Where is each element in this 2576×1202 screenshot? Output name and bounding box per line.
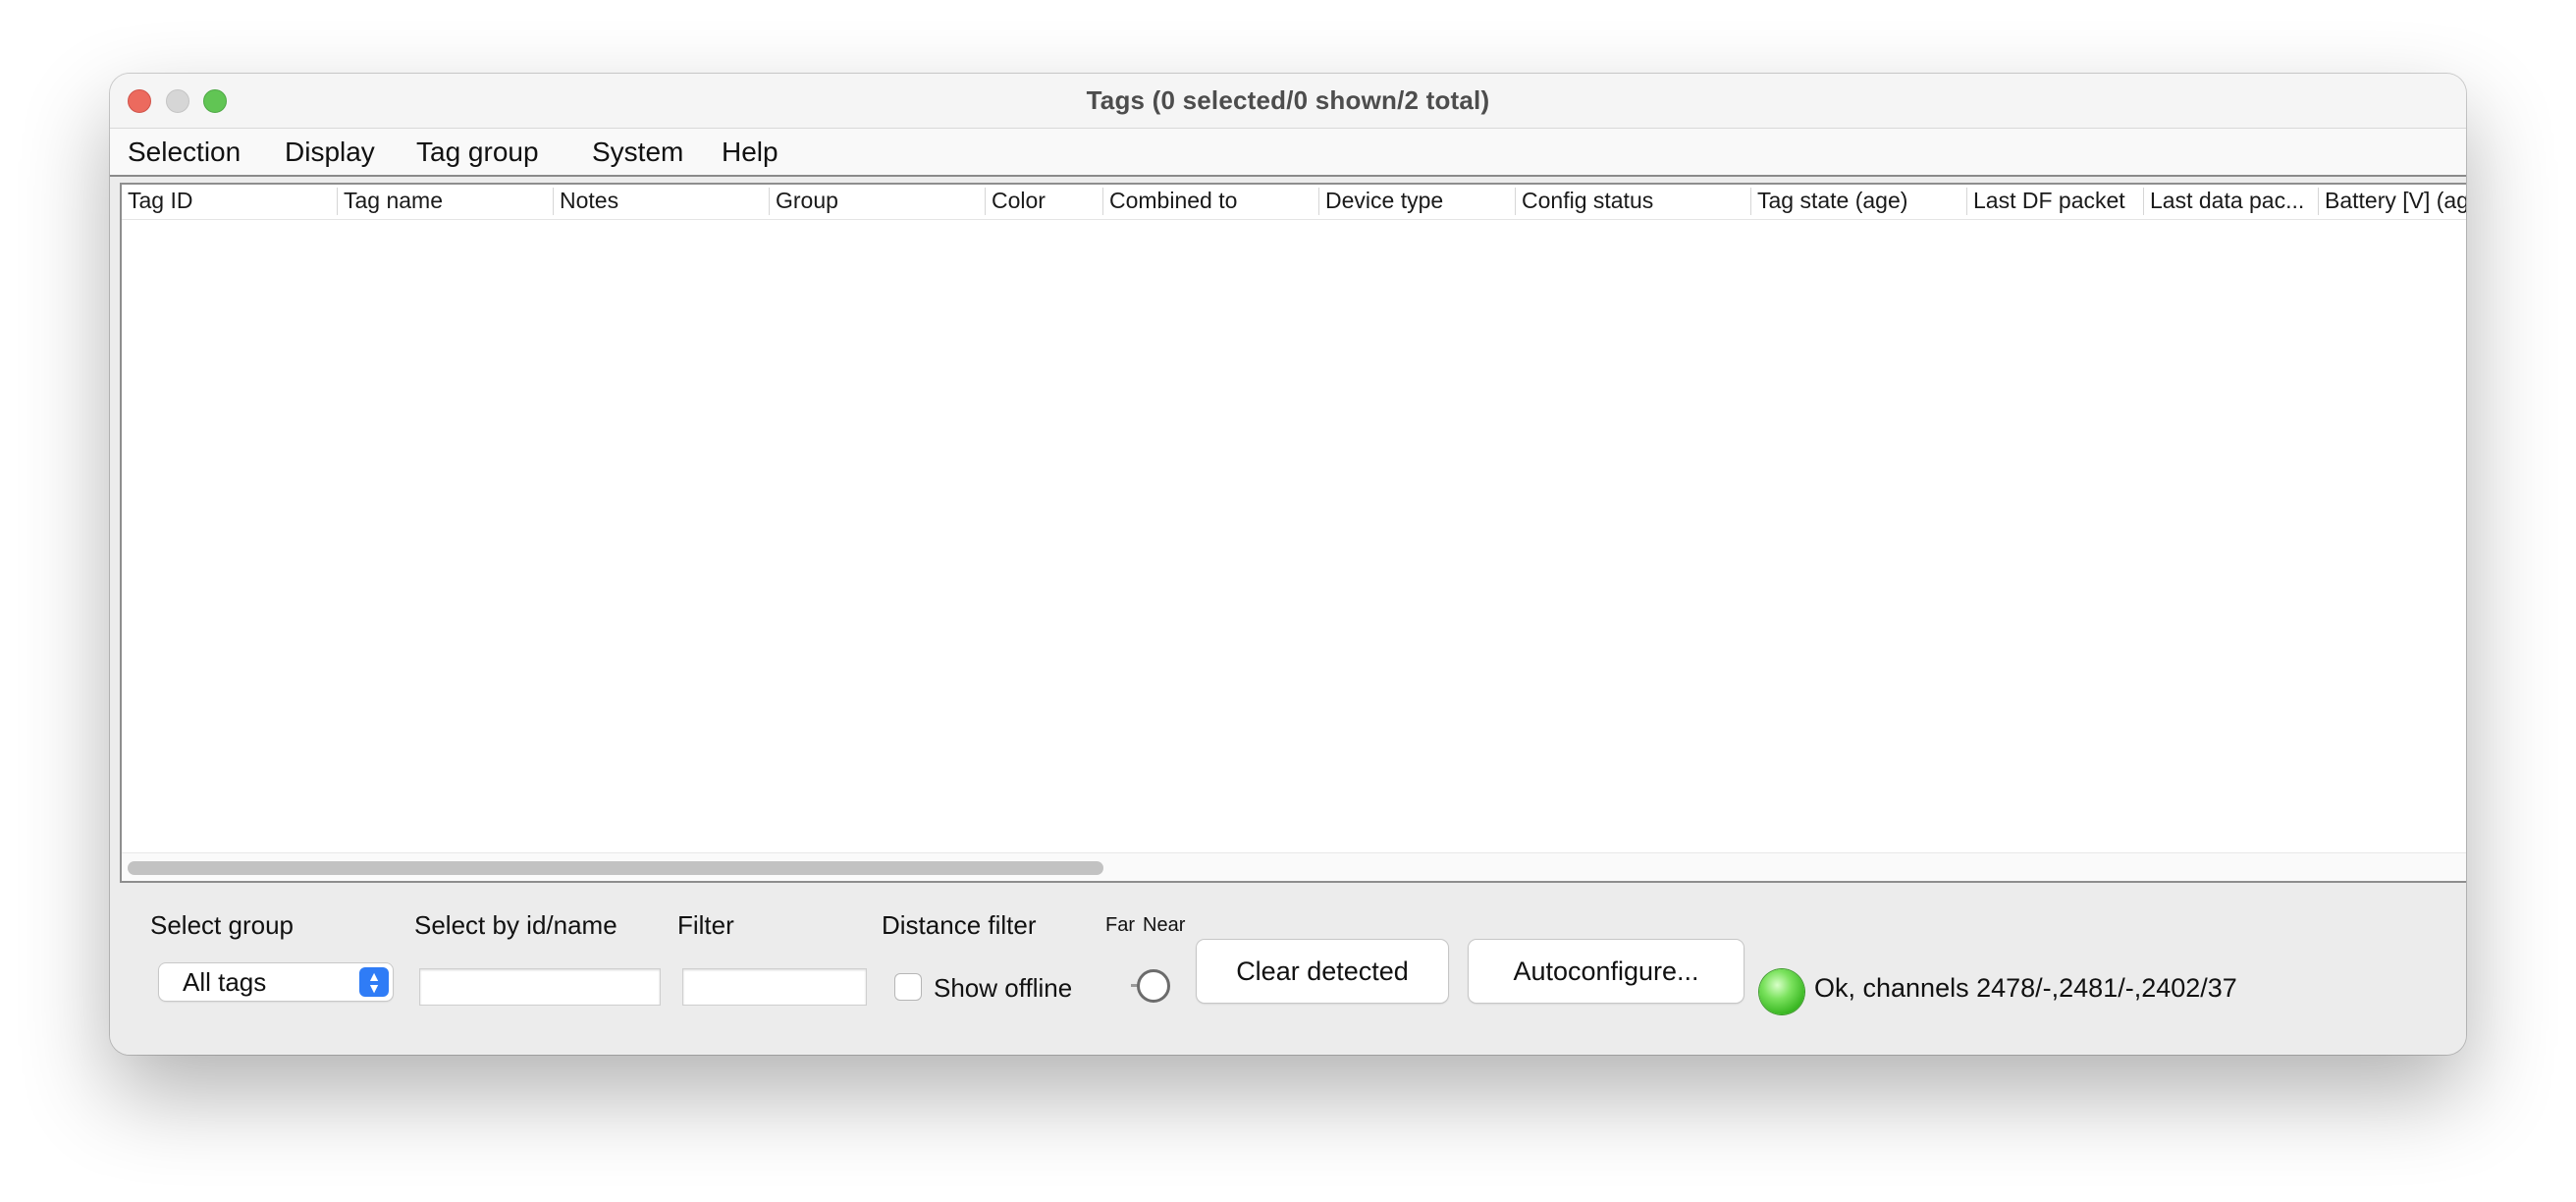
select-group-value: All tags [183, 967, 267, 997]
status-text: Ok, channels 2478/-,2481/-,2402/37 [1814, 973, 2237, 1003]
tags-table[interactable]: Tag ID Tag name Notes Group Color Combin… [120, 183, 2466, 883]
column-header-group[interactable]: Group [770, 188, 986, 215]
select-group-dropdown[interactable]: All tags ▲ ▼ [159, 963, 393, 1001]
bottom-controls-panel: Select group All tags ▲ ▼ Select by id/na… [110, 883, 2466, 1055]
select-by-id-name-input[interactable] [420, 969, 660, 1005]
select-by-id-name-label: Select by id/name [414, 910, 617, 940]
menu-selection[interactable]: Selection [128, 137, 241, 168]
column-header-notes[interactable]: Notes [554, 188, 770, 215]
horizontal-scrollbar[interactable] [122, 852, 2466, 881]
column-header-tag-id[interactable]: Tag ID [122, 188, 338, 215]
menu-bar: Selection Display Tag group System Help [110, 129, 2466, 177]
title-bar[interactable]: Tags (0 selected/0 shown/2 total) [110, 74, 2466, 129]
column-header-config-status[interactable]: Config status [1516, 188, 1751, 215]
filter-label: Filter [677, 910, 734, 940]
column-header-tag-name[interactable]: Tag name [338, 188, 554, 215]
column-header-last-df-packet[interactable]: Last DF packet [1967, 188, 2144, 215]
table-header-row: Tag ID Tag name Notes Group Color Combin… [122, 185, 2466, 220]
menu-tag-group[interactable]: Tag group [416, 137, 539, 168]
scrollbar-thumb[interactable] [128, 861, 1103, 875]
status-indicator-icon [1759, 969, 1804, 1014]
column-header-last-data-packet[interactable]: Last data pac... [2144, 188, 2319, 215]
menu-display[interactable]: Display [285, 137, 375, 168]
menu-system[interactable]: System [592, 137, 683, 168]
show-offline-label[interactable]: Show offline [934, 973, 1072, 1004]
slider-far-label: Far [1105, 914, 1135, 936]
column-header-combined-to[interactable]: Combined to [1103, 188, 1319, 215]
column-header-device-type[interactable]: Device type [1319, 188, 1516, 215]
column-header-tag-state[interactable]: Tag state (age) [1751, 188, 1967, 215]
slider-near-label: Near [1143, 914, 1186, 936]
tags-window: Tags (0 selected/0 shown/2 total) Select… [110, 74, 2466, 1055]
column-header-battery[interactable]: Battery [V] (ag [2319, 188, 2466, 215]
column-header-color[interactable]: Color [986, 188, 1103, 215]
menu-help[interactable]: Help [722, 137, 778, 168]
autoconfigure-button[interactable]: Autoconfigure... [1469, 940, 1744, 1003]
filter-input[interactable] [683, 969, 866, 1005]
chevron-up-down-icon: ▲ ▼ [359, 967, 389, 997]
distance-filter-label: Distance filter [882, 910, 1037, 940]
clear-detected-button[interactable]: Clear detected [1197, 940, 1448, 1003]
select-group-label: Select group [150, 910, 294, 940]
distance-slider-knob[interactable] [1137, 969, 1170, 1003]
show-offline-checkbox[interactable] [895, 974, 921, 1000]
window-title: Tags (0 selected/0 shown/2 total) [1086, 85, 1490, 115]
